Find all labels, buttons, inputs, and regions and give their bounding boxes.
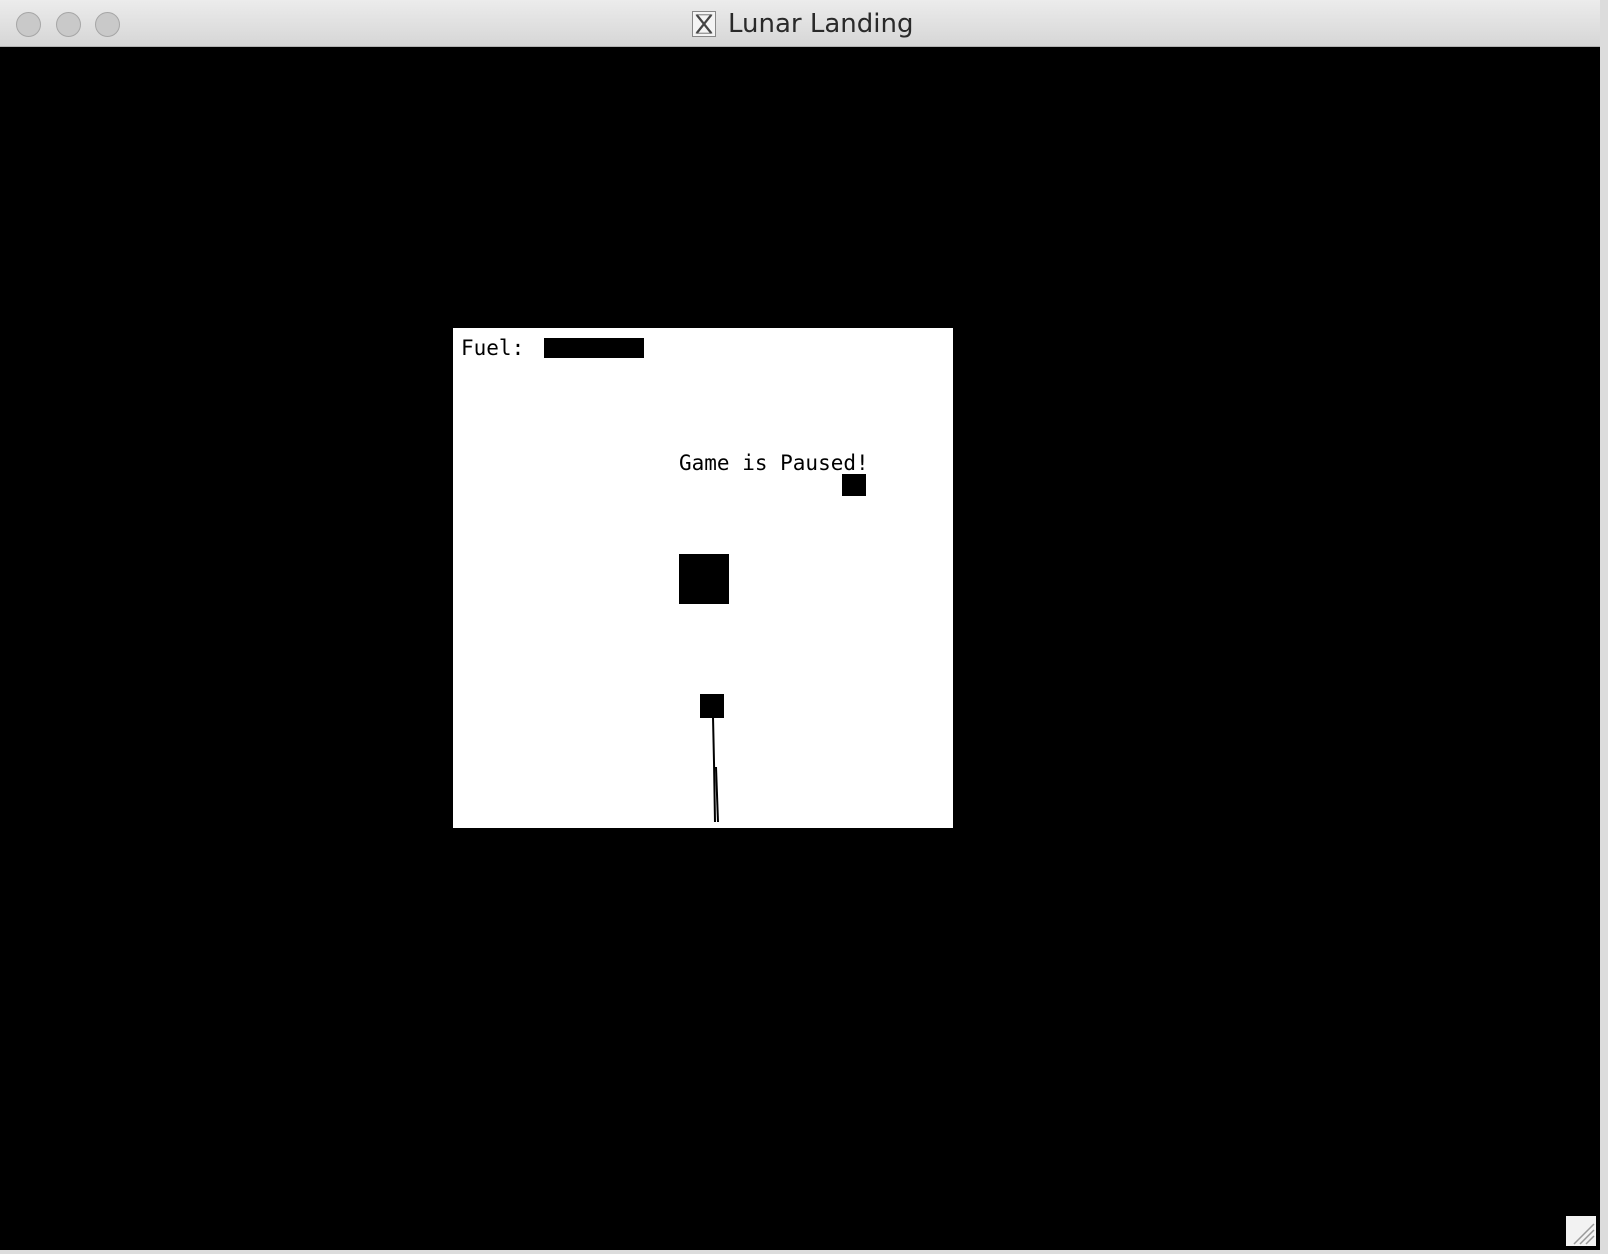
zoom-button[interactable] — [95, 12, 120, 37]
lander — [700, 694, 724, 718]
window-title: Lunar Landing — [728, 9, 914, 39]
fuel-gauge-fill — [544, 338, 644, 358]
title-bar[interactable]: Lunar Landing — [0, 0, 1600, 47]
resize-grip-icon[interactable] — [1566, 1216, 1596, 1246]
fuel-gauge — [544, 338, 644, 358]
window-title-group: Lunar Landing — [692, 9, 913, 39]
minimize-button[interactable] — [56, 12, 81, 37]
game-area: Fuel: Game is Paused! — [0, 47, 1600, 1250]
pause-message: Game is Paused! — [679, 451, 869, 475]
large-obstacle — [679, 554, 729, 604]
game-canvas[interactable]: Fuel: Game is Paused! — [453, 328, 953, 828]
fuel-label: Fuel: — [461, 336, 525, 360]
close-button[interactable] — [16, 12, 41, 37]
thrust-trail — [712, 717, 719, 822]
x11-icon — [692, 11, 716, 37]
app-window: Lunar Landing Fuel: Game is Paused! — [0, 0, 1600, 1250]
small-obstacle — [842, 474, 866, 496]
